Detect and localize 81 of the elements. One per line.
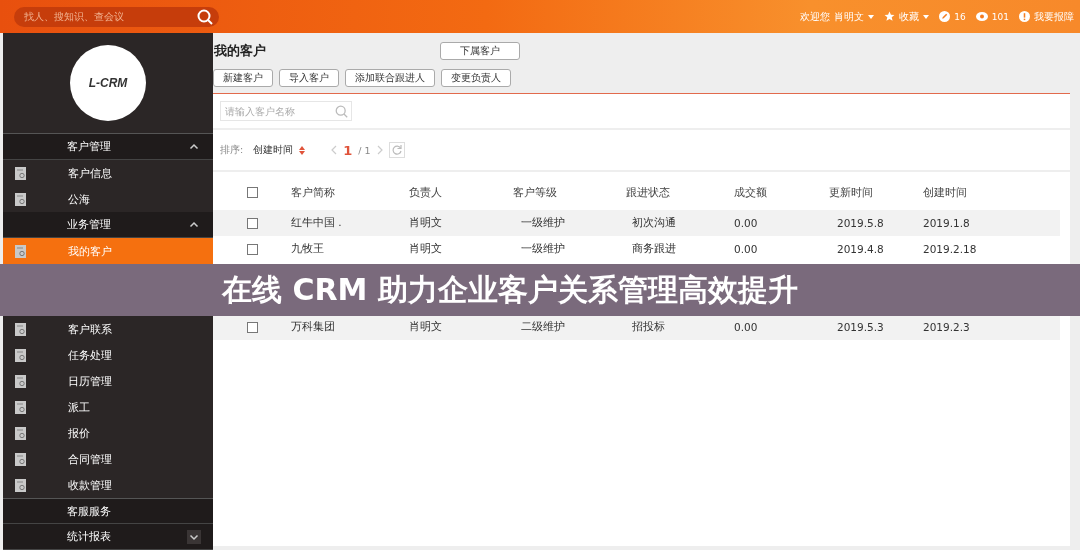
action-button[interactable]: 变更负责人	[441, 69, 511, 87]
row-checkbox[interactable]	[246, 322, 258, 334]
view-count: 101	[991, 11, 1009, 22]
select-all-checkbox[interactable]	[246, 187, 258, 198]
table-cell: 0.00	[734, 210, 829, 236]
caret-icon[interactable]	[923, 14, 930, 19]
sidebar-item[interactable]: 任务处理	[3, 342, 213, 368]
page-title: 我的客户	[214, 42, 267, 60]
table-cell: 初次沟通	[626, 210, 734, 236]
table-cell: 2019.2.3	[923, 314, 1060, 340]
search-icon[interactable]	[197, 8, 213, 25]
star-icon	[884, 11, 896, 22]
sidebar-item[interactable]: 派工	[3, 394, 213, 420]
logo: L-CRM	[70, 45, 146, 121]
table-cell: 万科集团	[291, 314, 409, 340]
action-button[interactable]: 新建客户	[213, 69, 273, 87]
sort-field[interactable]: 创建时间	[253, 143, 294, 157]
caret-icon[interactable]	[868, 14, 875, 19]
sidebar-item[interactable]: 收款管理	[3, 472, 213, 498]
action-button[interactable]: 导入客户	[279, 69, 339, 87]
edit-count: 16	[954, 11, 966, 22]
table-cell: 一级维护	[513, 210, 626, 236]
sidebar-section[interactable]: 业务管理	[3, 212, 213, 238]
document-icon	[15, 166, 26, 180]
eye-icon	[975, 11, 988, 22]
document-icon	[15, 452, 26, 466]
document-icon	[15, 426, 26, 440]
chevron-down-icon[interactable]	[187, 529, 201, 544]
table-cell: 肖明文	[409, 314, 513, 340]
column-header: 负责人	[409, 174, 513, 210]
table-cell: 2019.5.3	[829, 314, 923, 340]
alert-icon	[1019, 11, 1030, 22]
sidebar-item[interactable]: 客户联系	[3, 316, 213, 342]
table-cell: 2019.5.8	[829, 210, 923, 236]
sidebar-item[interactable]: 合同管理	[3, 446, 213, 472]
column-header: 创建时间	[923, 174, 1060, 210]
document-icon	[15, 400, 26, 414]
sidebar-item[interactable]: 报价	[3, 420, 213, 446]
column-header: 更新时间	[829, 174, 923, 210]
table-cell: 九牧王	[291, 236, 409, 262]
table-cell: 0.00	[734, 314, 829, 340]
current-page: 1	[343, 142, 353, 158]
column-header: 客户简称	[291, 174, 409, 210]
sidebar-section[interactable]: 客户管理	[3, 134, 213, 160]
document-icon	[15, 348, 26, 362]
welcome-text: 欢迎您	[800, 9, 831, 24]
subordinates-button[interactable]: 下属客户	[440, 42, 520, 60]
sort-label: 排序:	[220, 143, 244, 157]
sort-icon[interactable]	[299, 145, 306, 155]
table-cell: 红牛中国 .	[291, 210, 409, 236]
column-header: 跟进状态	[626, 174, 734, 210]
document-icon	[15, 478, 26, 492]
document-icon	[15, 374, 26, 388]
document-icon	[15, 192, 26, 206]
customer-search-field[interactable]: 请输入客户名称	[220, 101, 352, 121]
page-total: / 1	[358, 144, 371, 156]
table-cell: 一级维护	[513, 236, 626, 262]
banner-title: 在线 CRM 助力企业客户关系管理高效提升	[222, 270, 798, 309]
sidebar-section[interactable]: 统计报表	[3, 524, 213, 550]
table-cell: 商务跟进	[626, 236, 734, 262]
sidebar-section[interactable]: 客服服务	[3, 498, 213, 524]
column-header: 客户等级	[513, 174, 626, 210]
document-icon	[15, 244, 26, 258]
table-cell: 招投标	[626, 314, 734, 340]
action-button[interactable]: 添加联合跟进人	[345, 69, 435, 87]
row-checkbox[interactable]	[246, 244, 258, 256]
sidebar-item[interactable]: 客户信息	[3, 160, 213, 186]
table-cell: 二级维护	[513, 314, 626, 340]
table-cell: 0.00	[734, 236, 829, 262]
column-header: 成交额	[734, 174, 829, 210]
sidebar-item[interactable]: 日历管理	[3, 368, 213, 394]
pencil-icon	[939, 11, 951, 22]
row-checkbox[interactable]	[246, 218, 258, 230]
table-cell: 肖明文	[409, 210, 513, 236]
table-cell: 2019.1.8	[923, 210, 1060, 236]
table-cell: 2019.4.8	[829, 236, 923, 262]
document-icon	[15, 322, 26, 336]
search-field[interactable]: 找人、搜知识、查会议	[14, 6, 219, 27]
sidebar-item[interactable]: 公海	[3, 186, 213, 212]
table-cell: 肖明文	[409, 236, 513, 262]
table-cell: 2019.2.18	[923, 236, 1060, 262]
